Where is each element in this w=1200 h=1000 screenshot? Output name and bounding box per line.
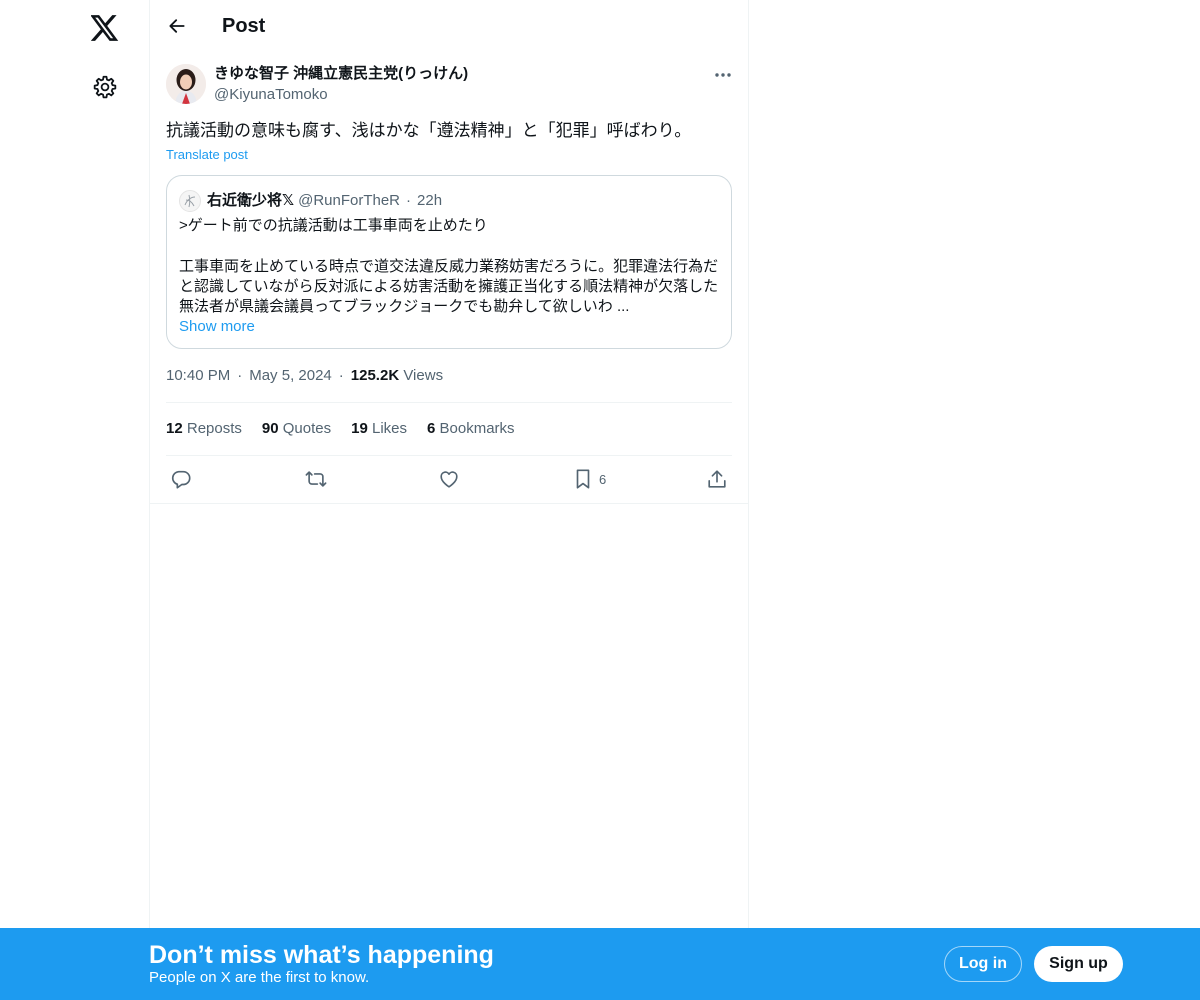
heart-icon: [440, 471, 458, 488]
quoted-dot-separator: ·: [406, 192, 412, 209]
quoted-post[interactable]: 右近衛少将𝕏 @RunForTheR · 22h >ゲート前での抗議活動は工事車…: [166, 175, 732, 349]
repost-button[interactable]: [304, 462, 328, 496]
back-button[interactable]: [160, 9, 194, 43]
like-button[interactable]: [438, 462, 460, 496]
banner-title: Don’t miss what’s happening: [149, 941, 494, 969]
avatar[interactable]: [166, 64, 206, 104]
main-column: Post きゆな智子 沖縄立憲民主党(りっけん) @KiyunaTomoko 抗…: [149, 0, 749, 1000]
reply-button[interactable]: [170, 462, 192, 496]
post-header: Post: [150, 0, 749, 53]
post-meta: 10:40 PM · May 5, 2024 · 125.2K Views: [166, 366, 443, 386]
divider: [166, 402, 732, 403]
quotes-stat[interactable]: 90 Quotes: [262, 419, 331, 439]
author-name[interactable]: きゆな智子 沖縄立憲民主党(りっけん): [214, 64, 468, 84]
left-nav: [0, 0, 150, 1000]
bookmark-icon: [576, 469, 590, 489]
gear-icon: [93, 75, 117, 99]
translate-post-link[interactable]: Translate post: [166, 146, 248, 164]
quoted-author-handle: @RunForTheR: [298, 192, 401, 209]
repost-icon: [305, 471, 327, 487]
bookmark-button[interactable]: 6: [573, 462, 606, 496]
likes-stat[interactable]: 19 Likes: [351, 419, 407, 439]
meta-separator: ·: [237, 367, 243, 384]
show-more-link[interactable]: Show more: [179, 317, 255, 337]
quoted-avatar: [179, 190, 201, 212]
meta-separator: ·: [338, 367, 344, 384]
reposts-stat[interactable]: 12 Reposts: [166, 419, 242, 439]
x-logo-icon: [91, 15, 119, 41]
quoted-timestamp: 22h: [417, 192, 443, 209]
quoted-text-line: >ゲート前での抗議活動は工事車両を止めたり: [179, 217, 488, 234]
post-text: 抗議活動の意味も腐す、浅はかな「遵法精神」と「犯罪」呼ばわり。: [166, 121, 692, 140]
author-handle[interactable]: @KiyunaTomoko: [214, 85, 328, 105]
arrow-left-icon: [169, 19, 185, 33]
share-button[interactable]: [706, 462, 728, 496]
page-title: Post: [222, 15, 266, 37]
quoted-text-line: と認識していながら反対派による妨害活動を擁護正当化する順法精神が欠落した: [179, 278, 719, 295]
views-label: Views: [403, 367, 444, 384]
banner-subtitle: People on X are the first to know.: [149, 969, 370, 986]
ellipsis-icon: [715, 73, 731, 77]
login-button[interactable]: Log in: [944, 946, 1022, 982]
quoted-avatar-image: [184, 194, 196, 208]
quoted-text-line: 工事車両を止めている時点で道交法違反威力業務妨害だろうに。犯罪違法行為だ: [179, 258, 719, 275]
bookmarks-stat[interactable]: 6 Bookmarks: [427, 419, 515, 439]
share-icon: [708, 470, 726, 488]
x-logo-button[interactable]: [80, 3, 130, 53]
post-date[interactable]: May 5, 2024: [249, 367, 332, 384]
reply-icon: [171, 470, 191, 489]
post-author: きゆな智子 沖縄立憲民主党(りっけん) @KiyunaTomoko: [166, 62, 734, 108]
post-time[interactable]: 10:40 PM: [166, 367, 230, 384]
settings-button[interactable]: [80, 62, 130, 112]
divider: [150, 503, 749, 504]
avatar-image: [166, 64, 206, 104]
signup-banner: Don’t miss what’s happening People on X …: [0, 928, 1200, 1000]
more-options-button[interactable]: [712, 62, 734, 88]
engagement-stats: 12 Reposts 90 Quotes 19 Likes 6 Bookmark…: [166, 419, 535, 439]
signup-button[interactable]: Sign up: [1034, 946, 1123, 982]
views-count: 125.2K: [350, 367, 400, 384]
quoted-author-name: 右近衛少将𝕏: [207, 192, 295, 209]
bookmark-count: 6: [599, 471, 607, 487]
post-actions: 6: [166, 462, 734, 496]
quoted-text-line: 無法者が県議会議員ってブラックジョークでも勘弁して欲しいわ ...: [179, 298, 630, 315]
divider: [166, 455, 732, 456]
quoted-post-header: 右近衛少将𝕏 @RunForTheR · 22h: [179, 190, 442, 212]
